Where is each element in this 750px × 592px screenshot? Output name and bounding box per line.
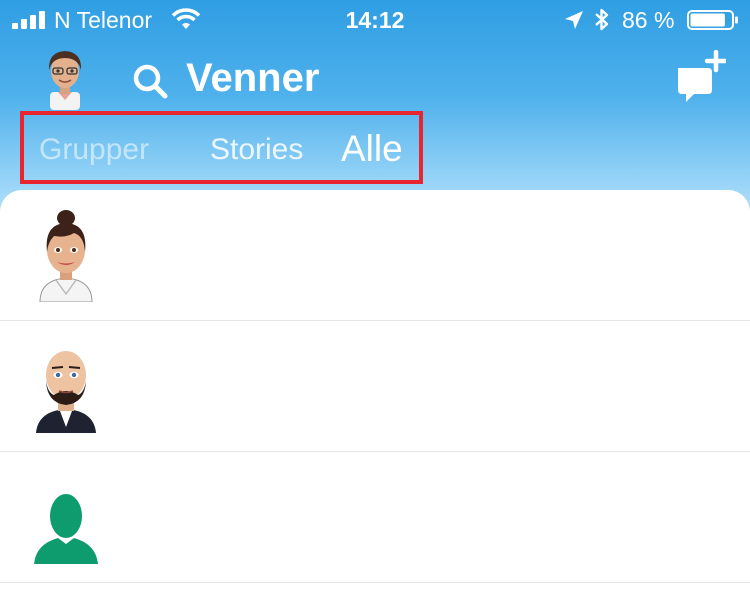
battery-percentage: 86 % xyxy=(622,7,675,33)
bluetooth-icon xyxy=(595,8,609,31)
status-bar: N Telenor 14:12 86 % xyxy=(0,0,750,40)
search-icon[interactable] xyxy=(132,63,168,99)
list-item[interactable] xyxy=(0,452,750,583)
page-title: Venner xyxy=(186,56,320,100)
bitmoji-bald-man-avatar xyxy=(36,351,96,433)
battery-icon xyxy=(687,10,738,30)
tab-grupper[interactable]: Grupper xyxy=(39,133,149,167)
friends-list xyxy=(0,190,750,592)
default-silhouette-avatar xyxy=(34,494,98,564)
bitmoji-woman-avatar xyxy=(39,210,93,302)
list-item[interactable] xyxy=(0,321,750,452)
list-item[interactable] xyxy=(0,190,750,321)
tab-stories[interactable]: Stories xyxy=(210,133,303,167)
my-bitmoji-avatar[interactable] xyxy=(36,46,94,110)
tab-alle[interactable]: Alle xyxy=(341,128,403,170)
location-arrow-icon xyxy=(565,11,583,29)
row-divider xyxy=(0,582,750,583)
new-chat-icon[interactable] xyxy=(674,50,726,104)
